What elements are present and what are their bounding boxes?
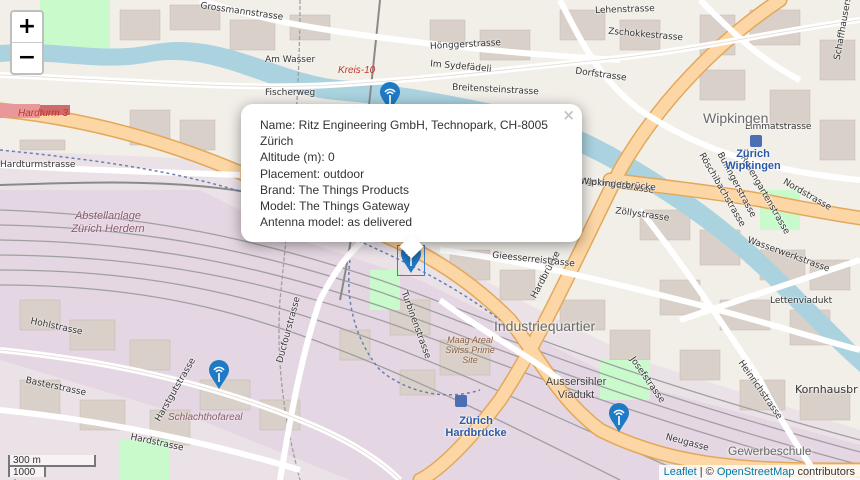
popup-content: Name: Ritz Engineering GmbH, Technopark,… bbox=[260, 117, 548, 230]
popup-altitude: Altitude (m): 0 bbox=[260, 150, 335, 165]
scale-bar: 300 m 1000 ft bbox=[8, 455, 96, 480]
popup-model: Model: The Things Gateway bbox=[260, 199, 410, 214]
close-icon[interactable]: × bbox=[562, 106, 575, 124]
osm-link[interactable]: OpenStreetMap bbox=[717, 466, 795, 478]
zoom-control: + − bbox=[10, 10, 44, 75]
zoom-in-button[interactable]: + bbox=[12, 12, 42, 43]
attribution-separator: | © bbox=[696, 466, 717, 478]
scale-metric: 300 m bbox=[8, 455, 96, 467]
gateway-popup: Name: Ritz Engineering GmbH, Technopark,… bbox=[241, 104, 582, 259]
popup-name-line-cont: Zürich bbox=[260, 134, 294, 149]
popup-name-line: Name: Ritz Engineering GmbH, Technopark,… bbox=[260, 118, 548, 132]
popup-antenna: Antenna model: as delivered bbox=[260, 215, 413, 230]
popup-brand: Brand: The Things Products bbox=[260, 182, 409, 197]
attribution-suffix: contributors bbox=[794, 466, 855, 478]
gateway-marker-2[interactable] bbox=[208, 360, 230, 390]
gateway-marker-3[interactable] bbox=[608, 403, 630, 433]
popup-placement: Placement: outdoor bbox=[260, 166, 365, 181]
zoom-out-button[interactable]: − bbox=[12, 43, 42, 73]
leaflet-link[interactable]: Leaflet bbox=[664, 466, 697, 478]
map-container[interactable]: Grossmannstrasse Am Wasser Hönggerstrass… bbox=[0, 0, 860, 480]
attribution: Leaflet | © OpenStreetMap contributors bbox=[658, 465, 860, 480]
